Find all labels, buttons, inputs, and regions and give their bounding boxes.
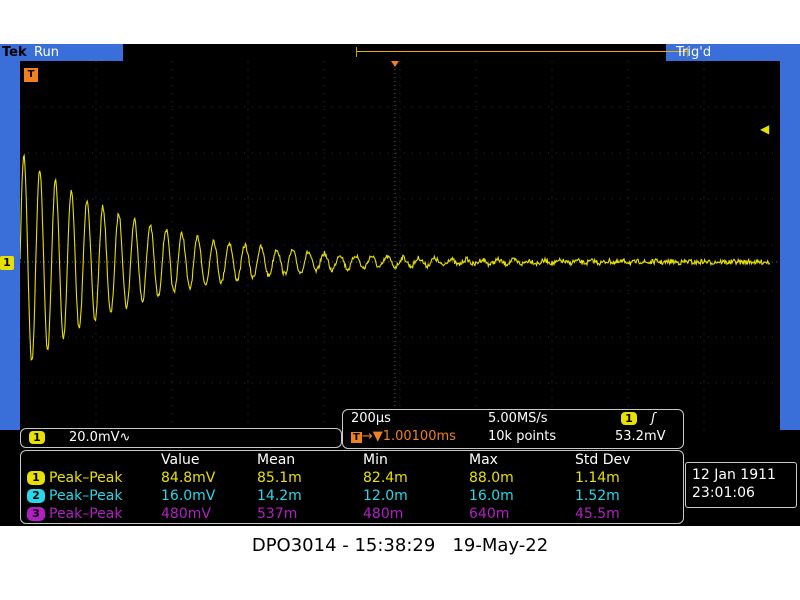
measurement-name: Peak–Peak — [49, 488, 123, 504]
delay-arrow-icon: →▼ — [361, 429, 383, 444]
trigger-position-arrow — [391, 61, 399, 67]
delay-value: 1.00100ms — [382, 429, 456, 444]
graticule — [20, 61, 780, 430]
col-max: Max — [469, 452, 498, 468]
left-bezel — [0, 61, 20, 430]
measurement-row[interactable]: 2 Peak–Peak 16.0mV 14.2m 12.0m 16.0m 1.52m — [21, 487, 683, 505]
measurement-row[interactable]: 3 Peak–Peak 480mV 537m 480m 640m 45.5m — [21, 505, 683, 523]
measurement-panel[interactable]: Value Mean Min Max Std Dev 1 Peak–Peak 84.… — [20, 450, 684, 524]
measurement-max: 88.0m — [469, 470, 514, 486]
measurement-label: 3 Peak–Peak — [27, 505, 123, 523]
trigger-level-icon[interactable]: ◀ — [760, 122, 769, 136]
trigger-source: 1 ʃ — [621, 411, 656, 426]
channel1-ground-marker[interactable]: 1 — [0, 256, 14, 270]
record-line — [357, 51, 687, 52]
col-mean: Mean — [257, 452, 296, 468]
trigger-state: Trig'd — [676, 45, 712, 60]
horizontal-panel[interactable]: 200µs 5.00MS/s 1 ʃ T →▼1.00100ms 10k poin… — [342, 409, 684, 449]
trigger-channel-badge: 1 — [621, 412, 637, 425]
vertical-panel[interactable]: 1 20.0mV∿ — [20, 428, 342, 448]
measurement-mean: 14.2m — [257, 488, 302, 504]
measurement-std: 1.52m — [575, 488, 620, 504]
measurement-mean: 537m — [257, 506, 298, 522]
date-time-panel[interactable]: 12 Jan 1911 23:01:06 — [685, 462, 797, 508]
measurement-std: 45.5m — [575, 506, 620, 522]
brand-logo: Tek — [2, 45, 27, 60]
measurement-label: 2 Peak–Peak — [27, 487, 123, 505]
measurement-max: 16.0m — [469, 488, 514, 504]
measurement-row[interactable]: 1 Peak–Peak 84.8mV 85.1m 82.4m 88.0m 1.14m — [21, 469, 683, 487]
record-length: 10k points — [488, 429, 557, 444]
screenshot-caption: DPO3014 - 15:38:29 19-May-22 — [251, 535, 549, 556]
measurement-name: Peak–Peak — [49, 506, 123, 522]
measurement-min: 480m — [363, 506, 404, 522]
col-min: Min — [363, 452, 388, 468]
sample-rate: 5.00MS/s — [488, 411, 548, 426]
channel-badge: 1 — [27, 471, 45, 485]
trigger-delay-icon: T — [351, 432, 362, 443]
measurement-value: 84.8mV — [161, 470, 216, 486]
measurement-mean: 85.1m — [257, 470, 302, 486]
time-per-div: 200µs — [351, 411, 391, 426]
channel-badge: 3 — [27, 507, 45, 521]
run-state[interactable]: Run — [34, 44, 59, 61]
record-window[interactable] — [356, 47, 688, 57]
channel1-badge: 1 — [29, 431, 45, 444]
oscilloscope-screen: Tek Run Trig'd T ◀ 1 200µs 5.00MS/s 1 ʃ … — [0, 44, 800, 526]
date: 12 Jan 1911 — [692, 467, 776, 483]
rising-edge-icon: ʃ — [651, 411, 656, 426]
channel-badge: 2 — [27, 489, 45, 503]
coupling-icon: ∿ — [119, 430, 131, 445]
measurement-max: 640m — [469, 506, 510, 522]
measurement-header: Value Mean Min Max Std Dev — [21, 451, 683, 469]
measurement-std: 1.14m — [575, 470, 620, 486]
time: 23:01:06 — [692, 485, 755, 501]
delay-row: T →▼1.00100ms — [351, 429, 456, 444]
right-bezel — [780, 61, 800, 430]
measurement-min: 82.4m — [363, 470, 408, 486]
trigger-position-icon[interactable]: T — [24, 68, 38, 82]
measurement-value: 16.0mV — [161, 488, 216, 504]
measurement-min: 12.0m — [363, 488, 408, 504]
measurement-name: Peak–Peak — [49, 470, 123, 486]
record-view-bar[interactable] — [123, 44, 688, 61]
trigger-level: 53.2mV — [615, 429, 666, 444]
grid-lines — [20, 61, 773, 430]
vertical-scale: 20.0mV∿ — [69, 430, 131, 445]
col-value: Value — [161, 452, 200, 468]
col-stddev: Std Dev — [575, 452, 631, 468]
measurement-label: 1 Peak–Peak — [27, 469, 123, 487]
status-bar: Tek Run Trig'd — [0, 44, 800, 61]
measurement-value: 480mV — [161, 506, 211, 522]
